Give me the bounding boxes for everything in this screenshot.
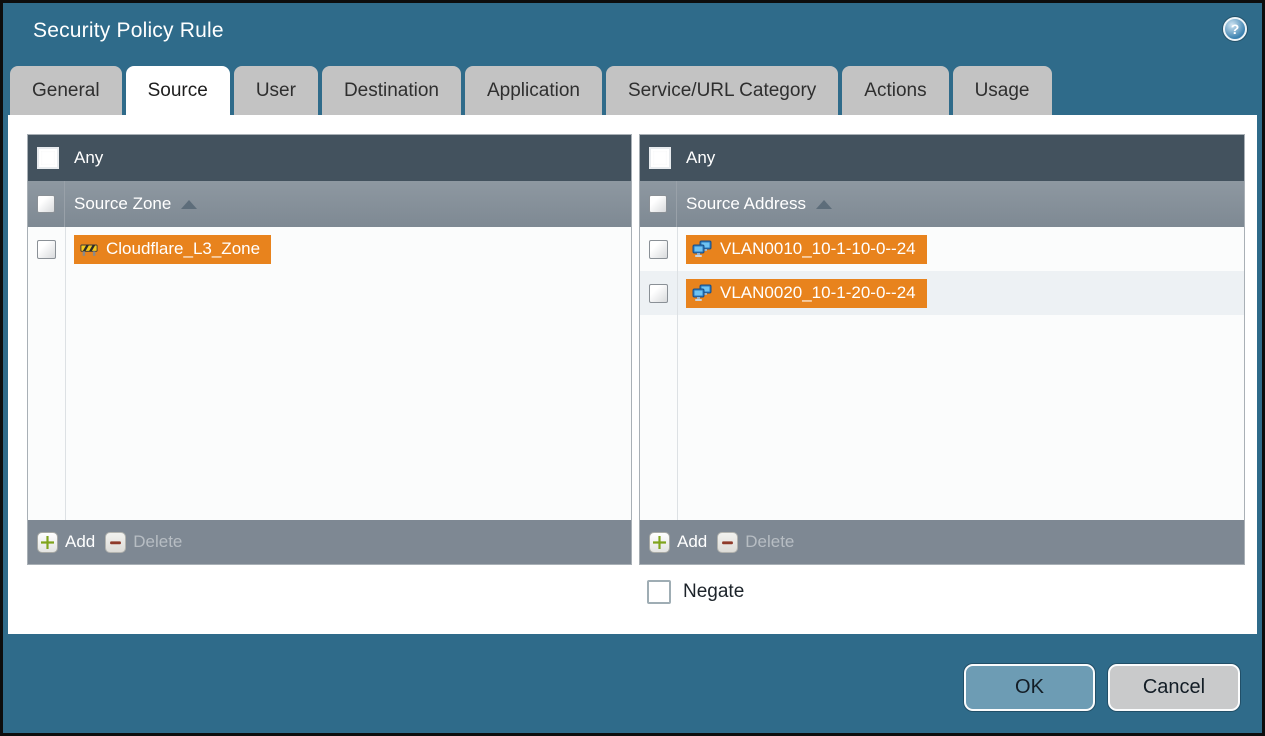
tab-application[interactable]: Application — [465, 66, 602, 115]
row-checkbox-cell — [640, 271, 677, 315]
negate-label: Negate — [683, 581, 745, 602]
add-button-label: Add — [65, 532, 96, 551]
add-plus-icon — [649, 531, 670, 553]
table-row: VLAN0020_10-1-20-0--24 — [640, 271, 1244, 315]
delete-minus-icon — [717, 531, 739, 553]
delete-button[interactable]: Delete — [105, 531, 183, 553]
zone-chip[interactable]: Cloudflare_L3_Zone — [74, 234, 272, 264]
negate-checkbox[interactable] — [647, 580, 671, 604]
sort-ascending-icon[interactable] — [181, 199, 198, 209]
address-chip-label: VLAN0010_10-1-10-0--24 — [720, 239, 916, 258]
address-chip-label: VLAN0020_10-1-20-0--24 — [720, 283, 916, 302]
address-chip[interactable]: VLAN0020_10-1-20-0--24 — [686, 278, 927, 308]
ok-button[interactable]: OK — [964, 664, 1095, 711]
sort-ascending-icon[interactable] — [816, 199, 833, 209]
table-row: Cloudflare_L3_Zone — [28, 227, 631, 271]
source-zone-rows: Cloudflare_L3_Zone — [28, 227, 631, 520]
address-chip[interactable]: VLAN0010_10-1-10-0--24 — [686, 234, 927, 264]
cancel-button[interactable]: Cancel — [1108, 664, 1240, 711]
delete-button[interactable]: Delete — [717, 531, 795, 553]
tab-usage[interactable]: Usage — [952, 66, 1052, 115]
add-button[interactable]: Add — [37, 531, 96, 553]
tab-bar: General Source User Destination Applicat… — [10, 66, 1052, 115]
source-zone-select-all-checkbox[interactable] — [37, 195, 55, 213]
zone-chip-label: Cloudflare_L3_Zone — [106, 239, 261, 258]
negate-row: Negate — [647, 580, 744, 604]
source-address-column-header: Source Address — [640, 181, 1244, 227]
row-checkbox[interactable] — [649, 239, 668, 259]
tab-user[interactable]: User — [233, 66, 318, 115]
row-checkbox-cell — [28, 227, 65, 271]
network-icon — [692, 284, 712, 301]
source-zone-any-bar: Any — [28, 135, 631, 181]
source-zone-panel: Any Source Zone Cloudflare_L3_Zone Add D… — [27, 134, 632, 565]
tab-destination[interactable]: Destination — [321, 66, 461, 115]
tab-actions[interactable]: Actions — [842, 66, 949, 115]
add-button[interactable]: Add — [649, 531, 708, 553]
title-bar: Security Policy Rule ? — [3, 3, 1262, 66]
tab-service-url-category[interactable]: Service/URL Category — [605, 66, 839, 115]
network-icon — [692, 240, 712, 257]
source-address-any-bar: Any — [640, 135, 1244, 181]
delete-button-label: Delete — [133, 532, 183, 551]
source-zone-column-label: Source Zone — [74, 194, 172, 213]
table-row: VLAN0010_10-1-10-0--24 — [640, 227, 1244, 271]
source-address-select-all-checkbox[interactable] — [649, 195, 667, 213]
source-address-panel: Any Source Address VLAN0010_10-1-10-0--2… — [639, 134, 1245, 565]
source-address-any-label: Any — [686, 148, 716, 167]
row-checkbox[interactable] — [37, 239, 56, 259]
select-all-cell — [28, 181, 65, 227]
security-policy-rule-dialog: Security Policy Rule ? General Source Us… — [0, 0, 1265, 736]
add-plus-icon — [37, 531, 58, 553]
source-address-toolbar: Add Delete — [640, 520, 1244, 564]
tab-general[interactable]: General — [10, 66, 122, 115]
source-zone-toolbar: Add Delete — [28, 520, 631, 564]
row-checkbox[interactable] — [649, 283, 668, 303]
source-address-any-checkbox[interactable] — [649, 147, 671, 169]
tab-source[interactable]: Source — [125, 66, 230, 115]
zone-icon — [80, 244, 98, 256]
delete-button-label: Delete — [745, 532, 795, 551]
source-zone-any-label: Any — [74, 148, 104, 167]
delete-minus-icon — [105, 531, 127, 553]
page-title: Security Policy Rule — [33, 19, 224, 42]
source-address-rows: VLAN0010_10-1-10-0--24 VLAN0020_10-1-20-… — [640, 227, 1244, 520]
source-zone-column-header: Source Zone — [28, 181, 631, 227]
source-address-column-label: Source Address — [686, 194, 807, 213]
select-all-cell — [640, 181, 677, 227]
source-tab-content: Any Source Zone Cloudflare_L3_Zone Add D… — [8, 115, 1257, 634]
row-checkbox-cell — [640, 227, 677, 271]
add-button-label: Add — [677, 532, 708, 551]
source-zone-any-checkbox[interactable] — [37, 147, 59, 169]
help-icon[interactable]: ? — [1223, 17, 1247, 41]
